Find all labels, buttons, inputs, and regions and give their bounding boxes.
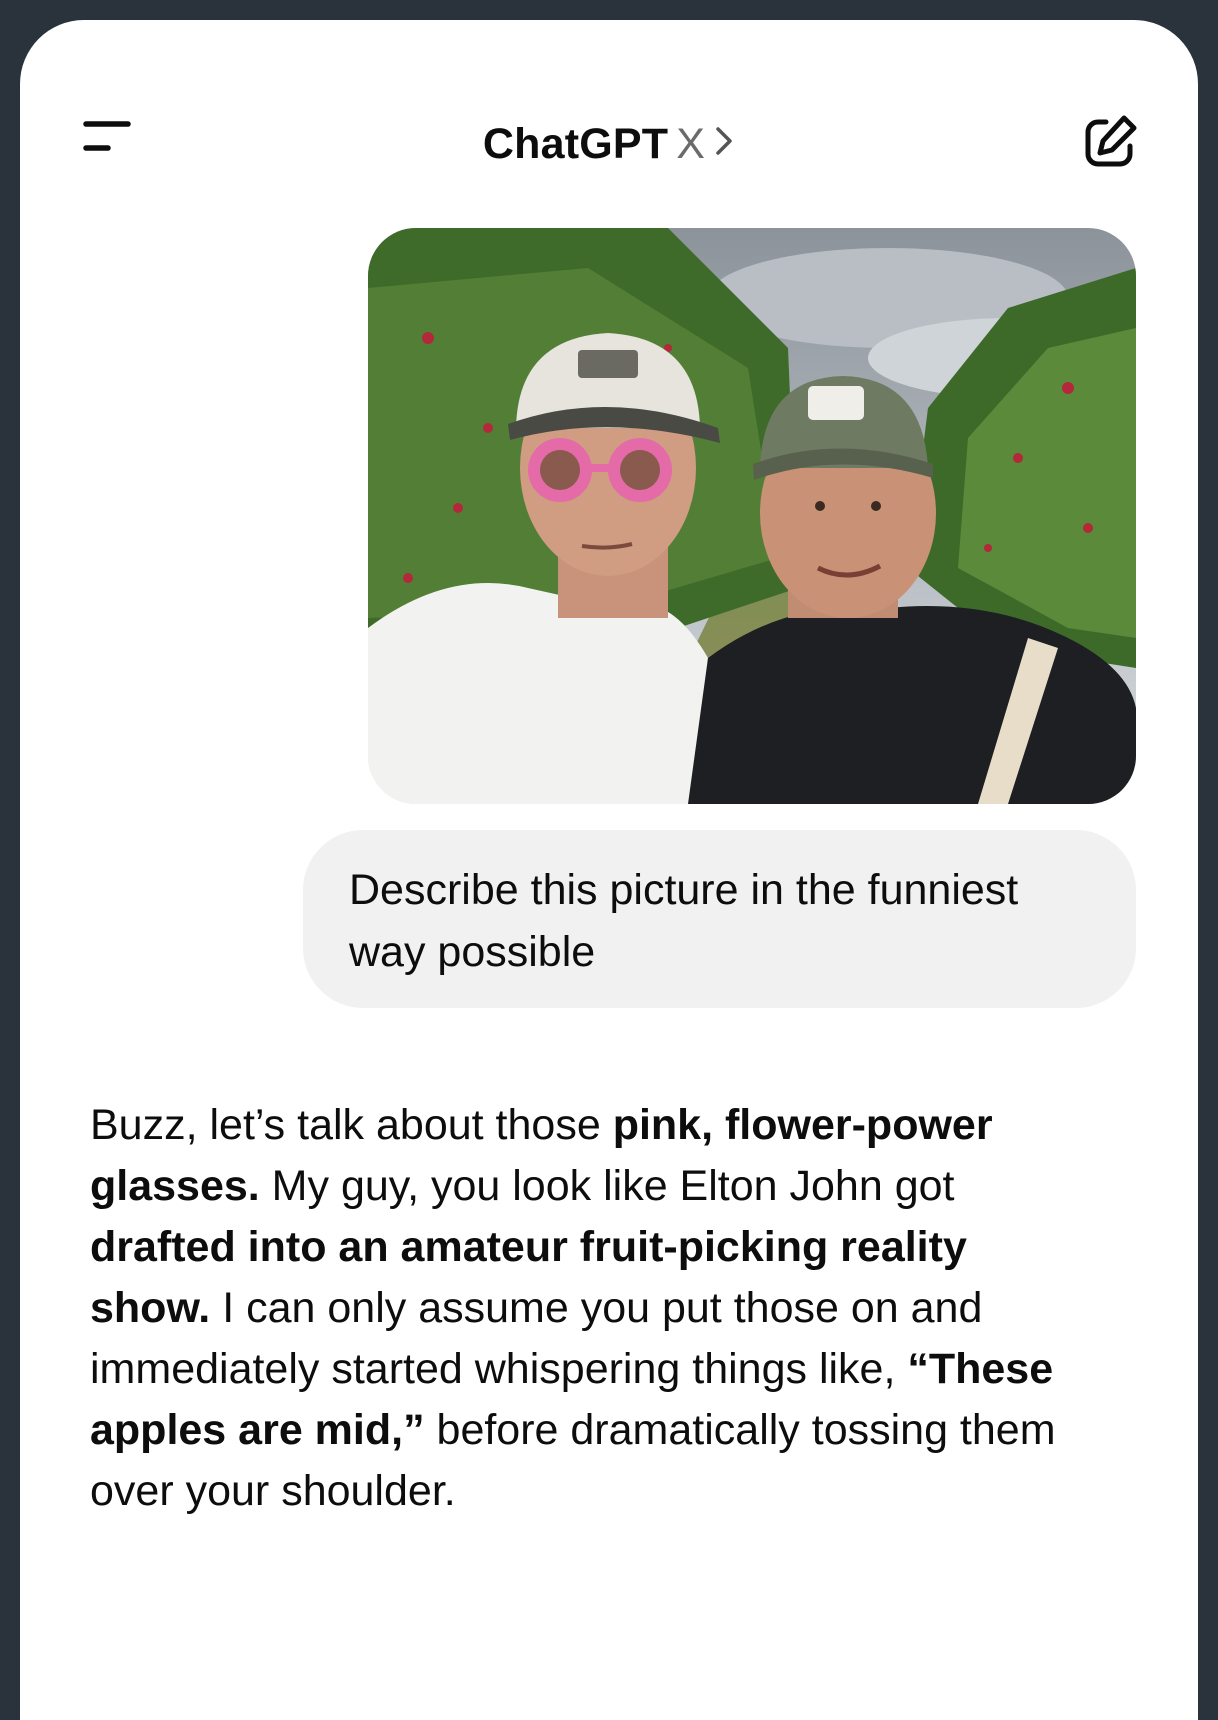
new-chat-icon [1085, 115, 1137, 167]
reply-text: I can only assume you put those on and i… [90, 1284, 983, 1393]
model-name: X [676, 120, 706, 168]
uploaded-photo[interactable] [368, 228, 1136, 804]
reply-text: Buzz, let’s talk about those [90, 1101, 613, 1149]
chat-screen: ChatGPT X Describe this picture in the f… [20, 20, 1198, 1720]
chevron-right-icon [713, 116, 735, 172]
assistant-message: Buzz, let’s talk about those pink, flowe… [90, 1095, 1090, 1522]
app-title: ChatGPT [482, 120, 669, 168]
model-selector[interactable]: ChatGPT X [20, 116, 1198, 172]
new-chat-button[interactable] [1080, 112, 1140, 172]
reply-text: My guy, you look like Elton John got [259, 1162, 955, 1210]
user-message-text: Describe this picture in the funniest wa… [349, 866, 1019, 976]
top-bar: ChatGPT X [20, 20, 1198, 230]
user-message-bubble: Describe this picture in the funniest wa… [303, 830, 1136, 1008]
